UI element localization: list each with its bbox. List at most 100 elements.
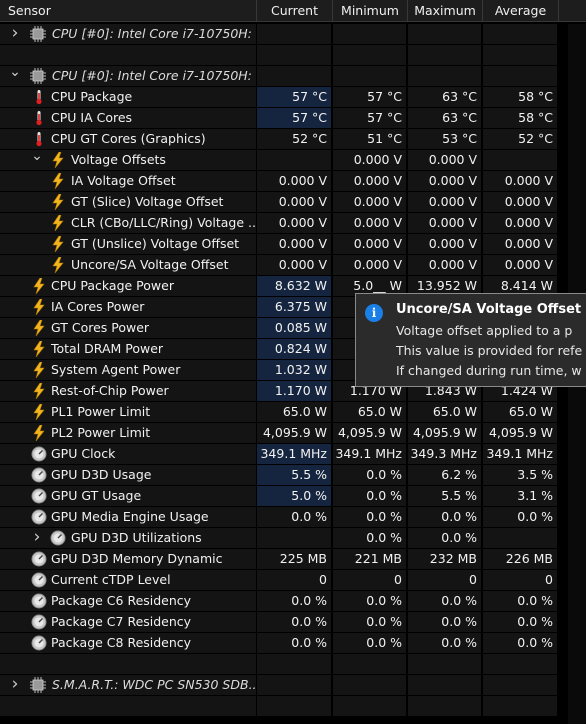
sensor-label: GPU D3D Memory Dynamic [51,551,223,566]
sensor-group-row[interactable]: › S.M.A.R.T.: WDC PC SN530 SDB... [0,675,586,696]
sensor-label: Package C8 Residency [51,635,192,650]
collapse-arrow-icon[interactable]: ⌄ [30,150,44,170]
sensor-name-cell: GPU D3D Memory Dynamic [0,549,256,569]
average-value [483,654,557,674]
sensor-subgroup-row[interactable]: ⌄ Voltage Offsets 0.000 V 0.000 V [0,150,586,171]
current-value: 1.032 W [257,360,331,380]
current-value: 0.0 % [257,612,331,632]
sensor-name-cell: GT (Slice) Voltage Offset [0,192,256,212]
maximum-value: 65.0 W [408,402,481,422]
minimum-value: 4,095.9 W [333,423,406,443]
lightning-bolt-icon [31,403,47,421]
sensor-row[interactable]: Package C6 Residency 0.0 % 0.0 % 0.0 % 0.0 % [0,591,586,612]
sensor-group-row[interactable]: › CPU [#0]: Intel Core i7-10750H: ... [0,24,586,45]
sensor-row[interactable]: GT (Unslice) Voltage Offset 0.000 V 0.000 … [0,234,586,255]
minimum-value: 221 MB [333,549,406,569]
expand-arrow-icon[interactable]: › [8,24,22,44]
sensor-group-row[interactable]: ⌄ CPU [#0]: Intel Core i7-10750H: ... [0,66,586,87]
chip-icon [30,68,46,84]
average-value: 52 °C [483,129,557,149]
sensor-name-cell: Package C6 Residency [0,591,256,611]
maximum-value: 0.0 % [408,507,481,527]
column-average[interactable]: Average [483,0,559,22]
sensor-row[interactable]: GPU Clock 349.1 MHz 349.1 MHz 349.3 MHz 349.… [0,444,586,465]
sensor-row[interactable]: GPU D3D Usage 5.5 % 0.0 % 6.2 % 3.5 % [0,465,586,486]
sensor-label: CPU Package Power [51,278,174,293]
minimum-value: 0.0 % [333,612,406,632]
maximum-value: 0 [408,570,481,590]
sensor-label: GT (Slice) Voltage Offset [71,194,224,209]
lightning-bolt-icon [50,235,66,253]
minimum-value: 0.000 V [333,192,406,212]
sensor-name-cell: ⌄ CPU [#0]: Intel Core i7-10750H: ... [0,66,256,86]
sensor-row[interactable]: CPU IA Cores 57 °C 57 °C 63 °C 58 °C [0,108,586,129]
collapse-arrow-icon[interactable]: ⌄ [8,66,22,86]
column-current[interactable]: Current [257,0,333,22]
sensor-row[interactable]: CPU GT Cores (Graphics) 52 °C 51 °C 53 °C 52… [0,129,586,150]
current-value: 0.000 V [257,234,331,254]
gauge-icon [50,530,66,546]
lightning-bolt-icon [50,256,66,274]
minimum-value [333,45,406,65]
current-value: 225 MB [257,549,331,569]
average-value [483,66,557,86]
average-value: 0 [483,570,557,590]
column-maximum[interactable]: Maximum [408,0,483,22]
column-sensor[interactable]: Sensor [0,0,257,22]
gauge-icon [31,635,47,651]
expand-arrow-icon[interactable]: › [8,675,22,695]
current-value [257,45,331,65]
sensor-row[interactable]: Package C8 Residency 0.0 % 0.0 % 0.0 % 0.0 % [0,633,586,654]
sensor-row[interactable]: GPU D3D Memory Dynamic 225 MB 221 MB 232 MB… [0,549,586,570]
sensor-label: Package C7 Residency [51,614,192,629]
sensor-row[interactable]: IA Voltage Offset 0.000 V 0.000 V 0.000 V 0.… [0,171,586,192]
average-value: 0.0 % [483,591,557,611]
minimum-value: 0.000 V [333,171,406,191]
sensor-row[interactable]: Uncore/SA Voltage Offset 0.000 V 0.000 V 0.… [0,255,586,276]
lightning-bolt-icon [31,277,47,295]
sensor-label: IA Voltage Offset [71,173,176,188]
sensor-subgroup-row[interactable]: › GPU D3D Utilizations 0.0 % 0.0 % [0,528,586,549]
thermometer-icon [31,131,47,147]
lightning-bolt-icon [50,172,66,190]
maximum-value [408,45,481,65]
current-value: 6.375 W [257,297,331,317]
maximum-value: 349.3 MHz [408,444,481,464]
sensor-name-cell [0,696,256,716]
maximum-value [408,675,481,695]
sensor-row[interactable]: GT (Slice) Voltage Offset 0.000 V 0.000 V0… [0,192,586,213]
average-value: 58 °C [483,108,557,128]
average-value: 0.000 V [483,213,557,233]
current-value [257,150,331,170]
sensor-name-cell: › CPU [#0]: Intel Core i7-10750H: ... [0,24,256,44]
maximum-value: 63 °C [408,87,481,107]
minimum-value: 349.1 MHz [333,444,406,464]
sensor-row[interactable]: PL2 Power Limit 4,095.9 W 4,095.9 W 4,095.9… [0,423,586,444]
average-value: 3.5 % [483,465,557,485]
expand-arrow-icon[interactable]: › [30,528,44,548]
sensor-row[interactable]: Current cTDP Level 0 0 0 0 [0,570,586,591]
current-value: 0.000 V [257,192,331,212]
minimum-value: 0.000 V [333,213,406,233]
sensor-name-cell: GPU D3D Usage [0,465,256,485]
average-value [483,24,557,44]
sensor-row[interactable]: GPU Media Engine Usage 0.0 % 0.0 % 0.0 % 0.0… [0,507,586,528]
sensor-row[interactable]: PL1 Power Limit 65.0 W 65.0 W 65.0 W 65.0 W [0,402,586,423]
current-value: 0 [257,570,331,590]
sensor-row[interactable]: Package C7 Residency 0.0 % 0.0 % 0.0 % 0.0 % [0,612,586,633]
lightning-bolt-icon [31,319,47,337]
sensor-name-cell: Total DRAM Power [0,339,256,359]
sensor-row[interactable]: CPU Package 57 °C 57 °C 63 °C 58 °C [0,87,586,108]
sensor-row[interactable]: CLR (CBo/LLC/Ring) Voltage ... 0.000 V 0.0… [0,213,586,234]
current-value: 0.085 W [257,318,331,338]
current-value: 65.0 W [257,402,331,422]
sensor-name-cell: ⌄ Voltage Offsets [0,150,256,170]
lightning-bolt-icon [31,382,47,400]
maximum-value [408,24,481,44]
column-minimum[interactable]: Minimum [333,0,408,22]
current-value [257,675,331,695]
chip-icon [30,677,46,693]
spacer-row [0,45,586,66]
sensor-label: GT Cores Power [51,320,150,335]
sensor-row[interactable]: GPU GT Usage 5.0 % 0.0 % 5.5 % 3.1 % [0,486,586,507]
